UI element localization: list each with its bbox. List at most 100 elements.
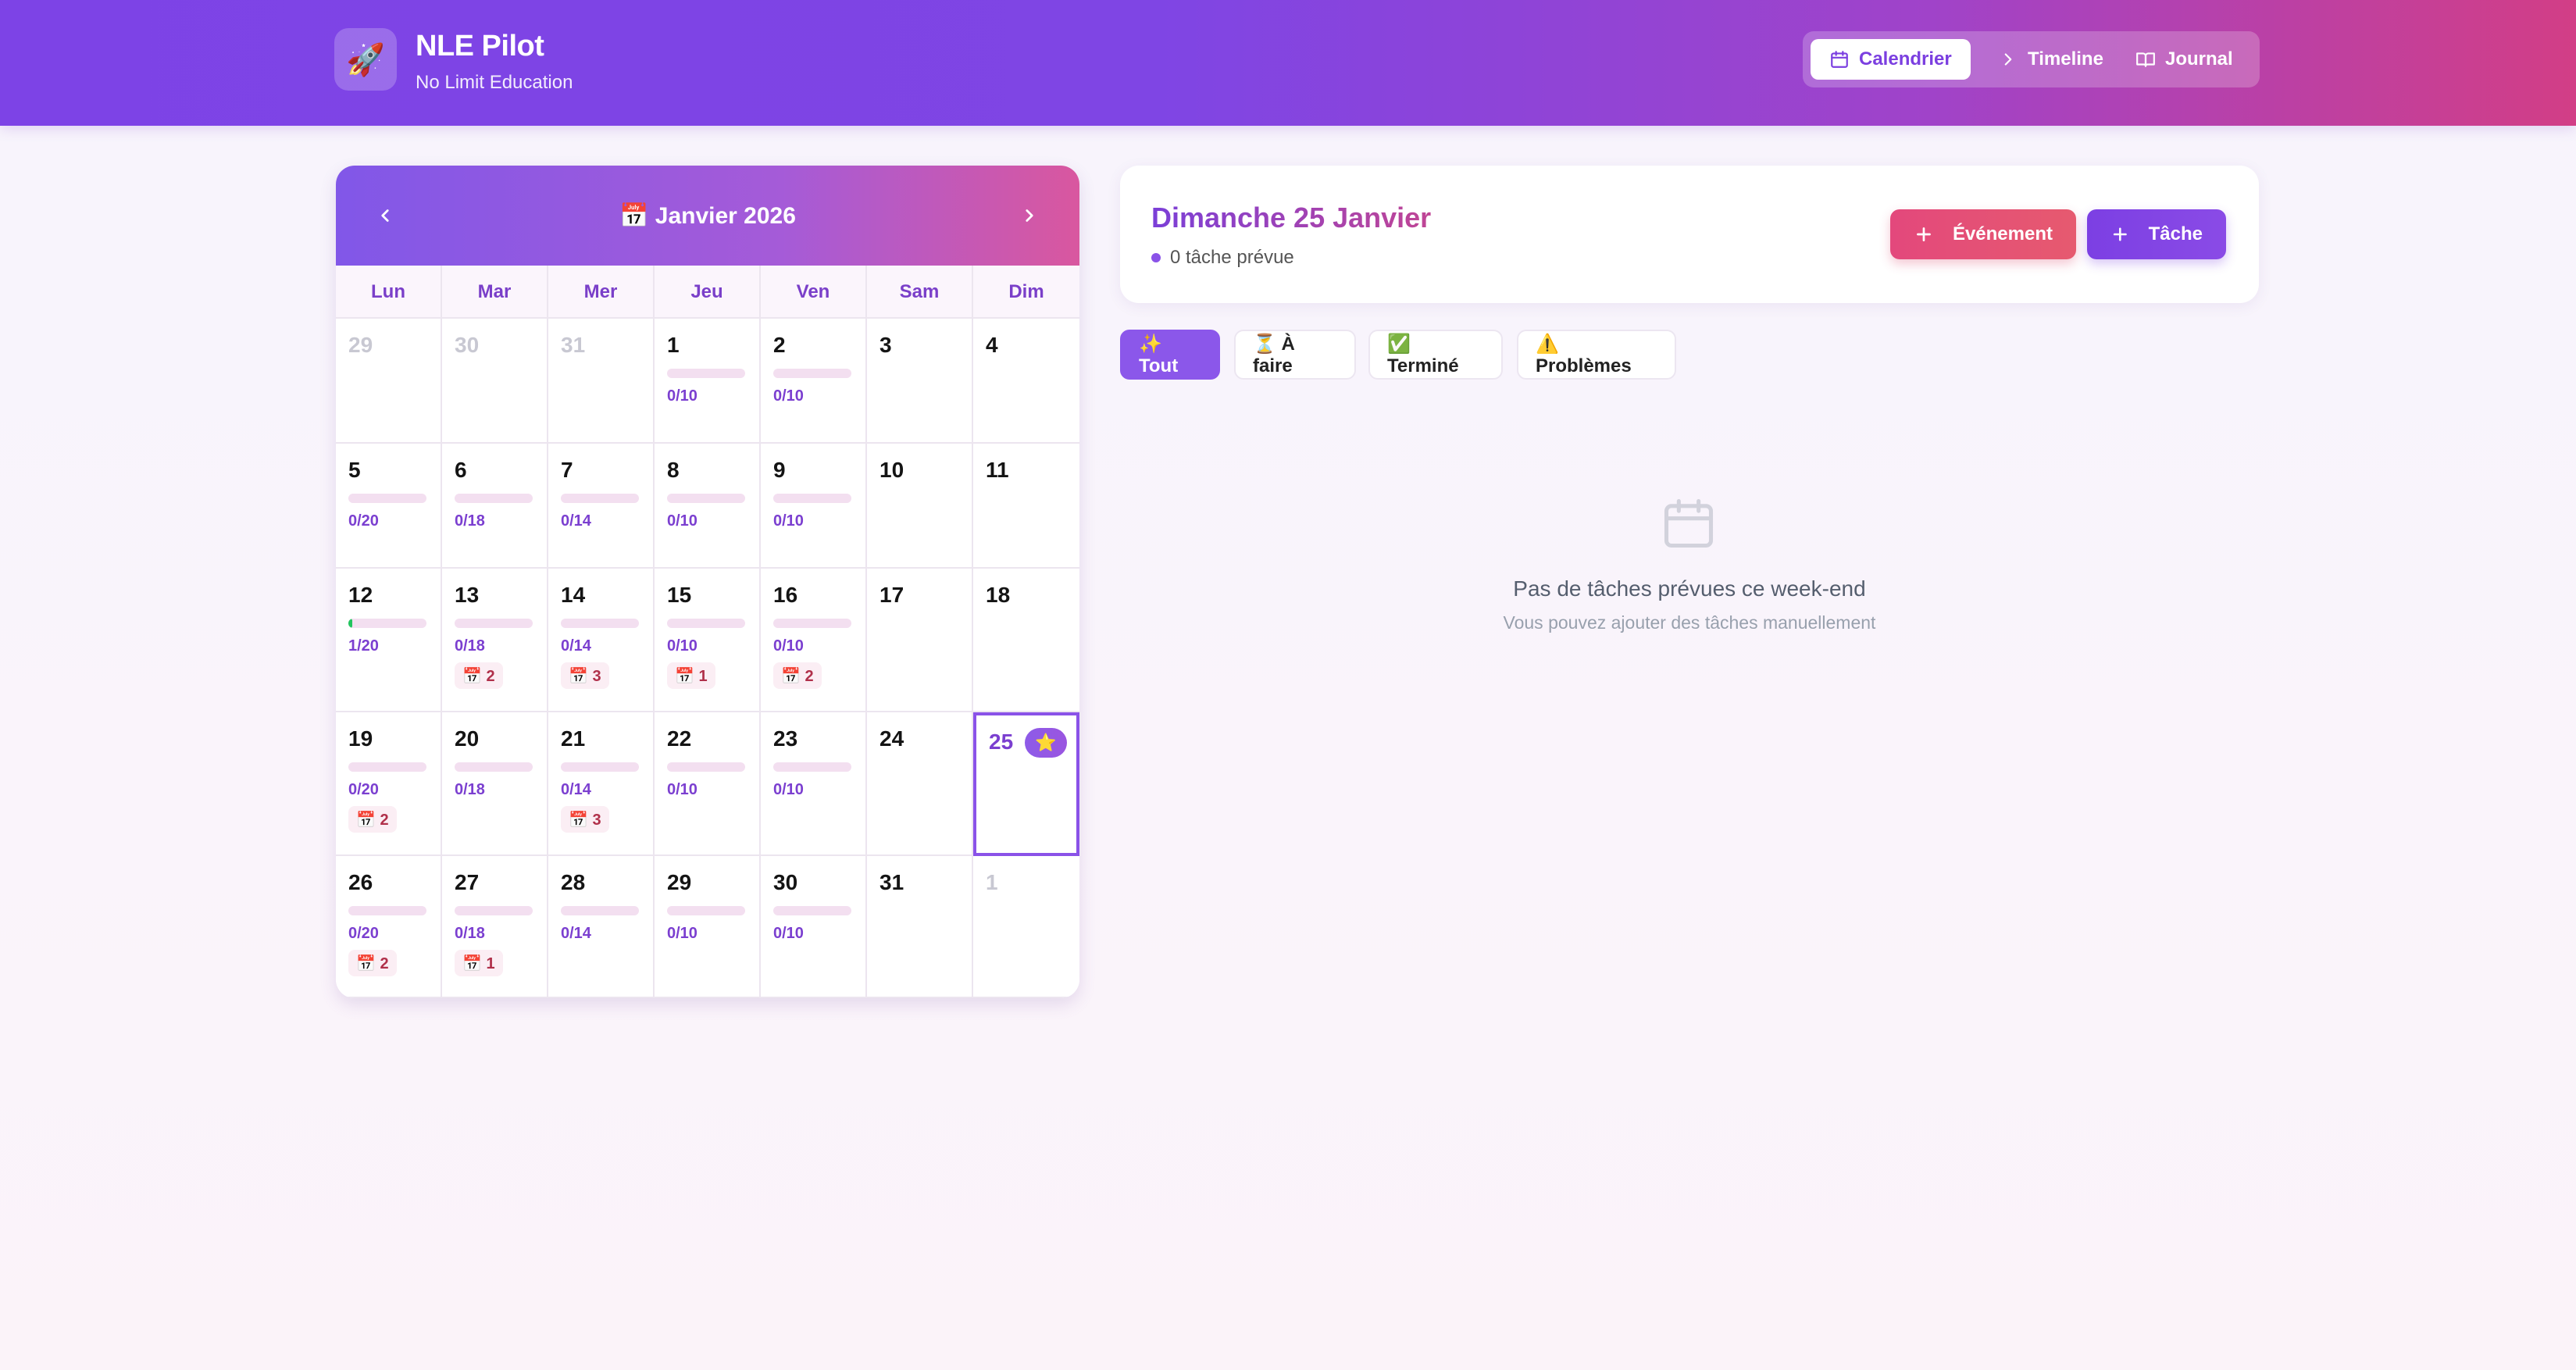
day-number: 30 (455, 333, 480, 357)
calendar-day[interactable]: 1 0/10 (655, 319, 761, 444)
tab-journal[interactable]: Journal (2117, 39, 2252, 80)
task-progress-bar (348, 619, 426, 628)
app-header: 🚀 NLE Pilot No Limit Education Calendrie… (0, 0, 2576, 126)
chevron-right-icon (2004, 53, 2012, 66)
filter-a-faire[interactable]: ⏳ À faire (1234, 330, 1356, 380)
filter-termine[interactable]: ✅ Terminé (1368, 330, 1503, 380)
add-task-label: Tâche (2148, 223, 2203, 244)
task-count: 0/10 (773, 512, 804, 530)
event-badge: 📅 1 (667, 662, 715, 689)
filter-label: ✅ Terminé (1387, 333, 1459, 376)
calendar-day[interactable]: 26 0/20 📅 2 (336, 856, 442, 998)
calendar-day[interactable]: 5 0/20 (336, 444, 442, 569)
app-title: NLE Pilot (416, 30, 544, 62)
day-number: 29 (348, 333, 373, 357)
task-progress-bar (773, 762, 851, 772)
calendar-day-today[interactable]: 25 ⭐ (973, 712, 1079, 856)
day-number: 7 (561, 458, 573, 482)
calendar-day[interactable]: 13 0/18 📅 2 (442, 569, 548, 712)
weekday-label: Lun (336, 266, 442, 319)
plus-icon (1917, 227, 1931, 241)
task-count: 0/14 (561, 637, 591, 655)
task-count: 0/14 (561, 512, 591, 530)
day-number: 26 (348, 870, 373, 894)
task-count: 1/20 (348, 637, 379, 655)
filter-label: ⏳ À faire (1253, 333, 1295, 376)
calendar-day[interactable]: 24 (867, 712, 973, 856)
day-number: 23 (773, 726, 798, 751)
calendar-day[interactable]: 30 (442, 319, 548, 444)
empty-state-title: Pas de tâches prévues ce week-end (1513, 576, 1866, 601)
calendar-day[interactable]: 22 0/10 (655, 712, 761, 856)
tab-timeline[interactable]: Timeline (1979, 39, 2122, 80)
day-number: 25 (989, 730, 1014, 754)
calendar-day[interactable]: 17 (867, 569, 973, 712)
task-progress-bar (561, 494, 639, 503)
calendar-day[interactable]: 16 0/10 📅 2 (761, 569, 867, 712)
task-progress-bar (561, 619, 639, 628)
task-progress-bar (667, 369, 745, 378)
calendar-day[interactable]: 29 0/10 (655, 856, 761, 998)
add-task-button[interactable]: Tâche (2087, 209, 2226, 259)
chevron-right-icon (1026, 209, 1033, 222)
task-progress-bar (348, 906, 426, 915)
calendar-day[interactable]: 4 (973, 319, 1079, 444)
weekday-label: Ven (761, 266, 867, 319)
calendar-day[interactable]: 6 0/18 (442, 444, 548, 569)
filter-problemes[interactable]: ⚠️ Problèmes (1517, 330, 1676, 380)
calendar-day[interactable]: 19 0/20 📅 2 (336, 712, 442, 856)
calendar-day[interactable]: 27 0/18 📅 1 (442, 856, 548, 998)
day-number: 21 (561, 726, 586, 751)
calendar-day[interactable]: 20 0/18 (442, 712, 548, 856)
calendar-day[interactable]: 30 0/10 (761, 856, 867, 998)
task-progress-bar (667, 762, 745, 772)
calendar-day[interactable]: 18 (973, 569, 1079, 712)
calendar-day[interactable]: 2 0/10 (761, 319, 867, 444)
calendar-day[interactable]: 31 (548, 319, 655, 444)
star-icon: ⭐ (1025, 728, 1067, 758)
calendar-day[interactable]: 7 0/14 (548, 444, 655, 569)
calendar-day[interactable]: 12 1/20 (336, 569, 442, 712)
add-event-button[interactable]: Événement (1890, 209, 2076, 259)
day-number: 28 (561, 870, 586, 894)
filter-tout[interactable]: ✨ Tout (1120, 330, 1220, 380)
calendar-day[interactable]: 31 (867, 856, 973, 998)
view-switcher: Calendrier Timeline Journal (1803, 31, 2260, 87)
day-number: 16 (773, 583, 798, 607)
calendar-day[interactable]: 11 (973, 444, 1079, 569)
day-number: 10 (879, 458, 904, 482)
prev-month-button[interactable] (362, 192, 409, 239)
task-count: 0/14 (561, 925, 591, 942)
task-progress-bar (773, 494, 851, 503)
tab-label: Journal (2165, 48, 2233, 70)
calendar-day[interactable]: 15 0/10 📅 1 (655, 569, 761, 712)
rocket-icon: 🚀 (334, 28, 397, 91)
calendar-day[interactable]: 3 (867, 319, 973, 444)
calendar-day[interactable]: 21 0/14 📅 3 (548, 712, 655, 856)
event-badge: 📅 3 (561, 662, 609, 689)
day-number: 2 (773, 333, 786, 357)
calendar-day[interactable]: 23 0/10 (761, 712, 867, 856)
calendar-day[interactable]: 29 (336, 319, 442, 444)
calendar-day[interactable]: 14 0/14 📅 3 (548, 569, 655, 712)
month-calendar: 📅 Janvier 2026 Lun Mar Mer Jeu Ven Sam Dim 29 3… (336, 166, 1079, 998)
calendar-day[interactable]: 1 (973, 856, 1079, 998)
task-progress-bar (667, 906, 745, 915)
day-number: 6 (455, 458, 467, 482)
day-number: 19 (348, 726, 373, 751)
calendar-day[interactable]: 9 0/10 (761, 444, 867, 569)
day-number: 30 (773, 870, 798, 894)
tab-calendrier[interactable]: Calendrier (1811, 39, 1971, 80)
progress-fill (348, 619, 352, 628)
next-month-button[interactable] (1006, 192, 1053, 239)
calendar-day[interactable]: 8 0/10 (655, 444, 761, 569)
day-number: 20 (455, 726, 480, 751)
task-count: 0/10 (773, 781, 804, 798)
calendar-day[interactable]: 10 (867, 444, 973, 569)
selected-day-title: Dimanche 25 Janvier (1151, 202, 1432, 234)
calendar-day[interactable]: 28 0/14 (548, 856, 655, 998)
task-progress-bar (455, 906, 533, 915)
task-progress-bar (455, 494, 533, 503)
day-number: 22 (667, 726, 692, 751)
status-dot (1151, 253, 1161, 262)
